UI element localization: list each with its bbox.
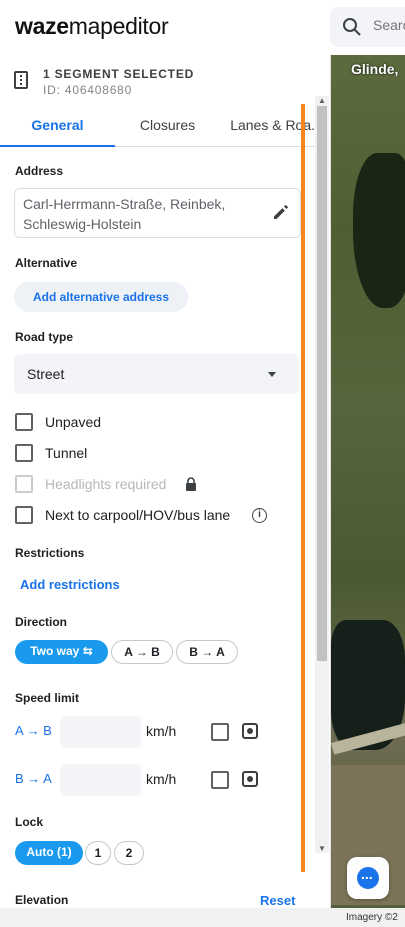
speed-unit: km/h	[146, 723, 177, 739]
scroll-down-icon[interactable]: ▼	[318, 844, 326, 853]
chat-icon	[357, 866, 379, 889]
headlights-label: Headlights required	[45, 476, 167, 492]
segment-title: 1 SEGMENT SELECTED	[43, 67, 195, 81]
pencil-icon[interactable]	[272, 203, 290, 221]
lock-auto-chip[interactable]: Auto (1)	[15, 841, 83, 865]
carpool-checkbox[interactable]	[15, 506, 33, 524]
address-line-1: Carl-Herrmann-Straße, Reinbek,	[23, 196, 226, 212]
address-field[interactable]: Carl-Herrmann-Straße, Reinbek, Schleswig…	[14, 188, 301, 238]
map-place-label: Glinde,	[351, 61, 399, 77]
segment-header: 1 SEGMENT SELECTED ID: 406408680	[0, 55, 331, 105]
map-view[interactable]	[331, 55, 405, 927]
direction-label: Direction	[15, 615, 68, 629]
lock-1-chip[interactable]: 1	[85, 841, 111, 865]
tab-general[interactable]: General	[0, 110, 115, 147]
search-box[interactable]	[330, 7, 405, 47]
scrollbar-thumb[interactable]	[317, 106, 327, 661]
road-type-select[interactable]: Street	[14, 354, 299, 394]
speed-camera-icon	[242, 723, 258, 739]
lock-2-chip[interactable]: 2	[114, 841, 144, 865]
direction-a-to-b-chip[interactable]: A → B	[111, 640, 173, 664]
lock-icon	[186, 477, 196, 491]
unpaved-checkbox[interactable]	[15, 413, 33, 431]
speed-camera-icon	[242, 771, 258, 787]
segment-highlight-bar	[301, 104, 305, 872]
top-bar: wazemapeditor	[0, 0, 330, 55]
unpaved-label: Unpaved	[45, 414, 102, 430]
restrictions-label: Restrictions	[15, 546, 85, 560]
speed-dir-b-a: B → A	[15, 771, 52, 786]
address-line-2: Schleswig-Holstein	[23, 216, 142, 232]
direction-b-to-a-chip[interactable]: B → A	[176, 640, 238, 664]
verified-speed-a-b-checkbox[interactable]	[211, 723, 229, 741]
map-pond	[353, 153, 405, 308]
road-type-label: Road type	[15, 330, 74, 344]
speed-limit-a-b-input[interactable]	[60, 716, 141, 748]
elevation-reset-link[interactable]: Reset	[260, 893, 295, 908]
carpool-label: Next to carpool/HOV/bus lane	[45, 507, 231, 523]
headlights-checkbox	[15, 475, 33, 493]
segment-icon	[14, 71, 28, 89]
panel-scrollbar[interactable]: ▲ ▼	[315, 96, 329, 853]
search-icon	[343, 18, 361, 36]
verified-speed-b-a-checkbox[interactable]	[211, 771, 229, 789]
add-alternative-address-button[interactable]: Add alternative address	[14, 282, 188, 312]
elevation-label: Elevation	[15, 893, 69, 907]
address-label: Address	[15, 164, 64, 178]
swap-arrows-icon: ⇆	[82, 644, 93, 658]
tunnel-label: Tunnel	[45, 445, 88, 461]
panel-bottom-strip	[0, 908, 331, 927]
direction-two-way-chip[interactable]: Two way ⇆	[15, 640, 108, 664]
search-input[interactable]	[373, 17, 405, 33]
info-icon[interactable]: i	[252, 508, 267, 523]
scroll-up-icon[interactable]: ▲	[318, 96, 326, 105]
speed-dir-a-b: A → B	[15, 723, 52, 738]
lock-label: Lock	[15, 815, 44, 829]
speed-unit: km/h	[146, 771, 177, 787]
waze-logo[interactable]: wazemapeditor	[15, 13, 169, 40]
speed-limit-label: Speed limit	[15, 691, 80, 705]
dropdown-arrow-icon	[268, 372, 276, 377]
speed-limit-b-a-input[interactable]	[60, 764, 141, 796]
tab-closures[interactable]: Closures	[115, 110, 220, 147]
chat-button[interactable]	[347, 857, 389, 899]
segment-id: ID: 406408680	[43, 83, 133, 97]
alternative-label: Alternative	[15, 256, 78, 270]
imagery-credit: Imagery ©2	[331, 908, 405, 927]
tunnel-checkbox[interactable]	[15, 444, 33, 462]
add-restrictions-link[interactable]: Add restrictions	[20, 577, 120, 592]
tab-bar: General Closures Lanes & Roa...	[0, 110, 331, 147]
